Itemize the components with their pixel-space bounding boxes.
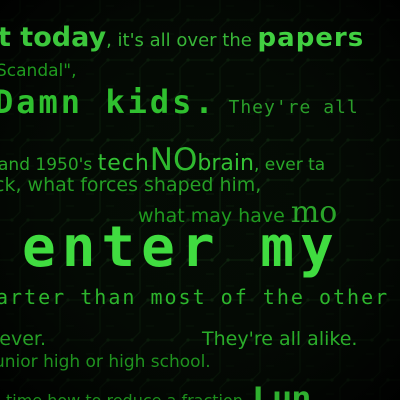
text-line-8: arter than most of the other [0, 285, 390, 309]
text-fragment: iever. [0, 328, 47, 350]
text-fragment: They're all [216, 97, 359, 118]
matrix-text-canvas: t today, it's all over the papers Scanda… [0, 0, 400, 400]
text-line-2: Scandal", [0, 61, 77, 81]
text-fragment: papers [257, 23, 365, 53]
text-line-1: t today, it's all over the papers [0, 24, 364, 51]
text-line-5: ck, what forces shaped him, [0, 174, 262, 196]
text-line-4: and 1950's techNObrain, ever ta [0, 145, 325, 176]
text-fragment: Damn kids [0, 83, 195, 121]
text-line-10: unior high or high school. [0, 352, 211, 372]
text-line-3: Damn kids. They're all [0, 86, 359, 118]
text-line-9: iever. They're all alike. [0, 330, 357, 349]
text-fragment: brain [197, 151, 254, 176]
text-line-11: time how to reduce a fraction. I un [6, 384, 311, 400]
text-fragment: NO [149, 142, 198, 178]
text-fragment: , ever ta [253, 155, 326, 175]
text-fragment: tech [97, 151, 150, 176]
text-line-7: enter my [22, 215, 340, 280]
text-fragment: , it's all over the [106, 30, 258, 51]
text-fragment: time how to reduce a fraction. [6, 391, 253, 400]
text-fragment: t today [0, 22, 107, 53]
text-fragment: . [194, 83, 217, 121]
text-fragment: They're all alike. [202, 328, 358, 350]
text-fragment: and 1950's [0, 155, 98, 175]
text-fragment: I un [253, 382, 311, 400]
